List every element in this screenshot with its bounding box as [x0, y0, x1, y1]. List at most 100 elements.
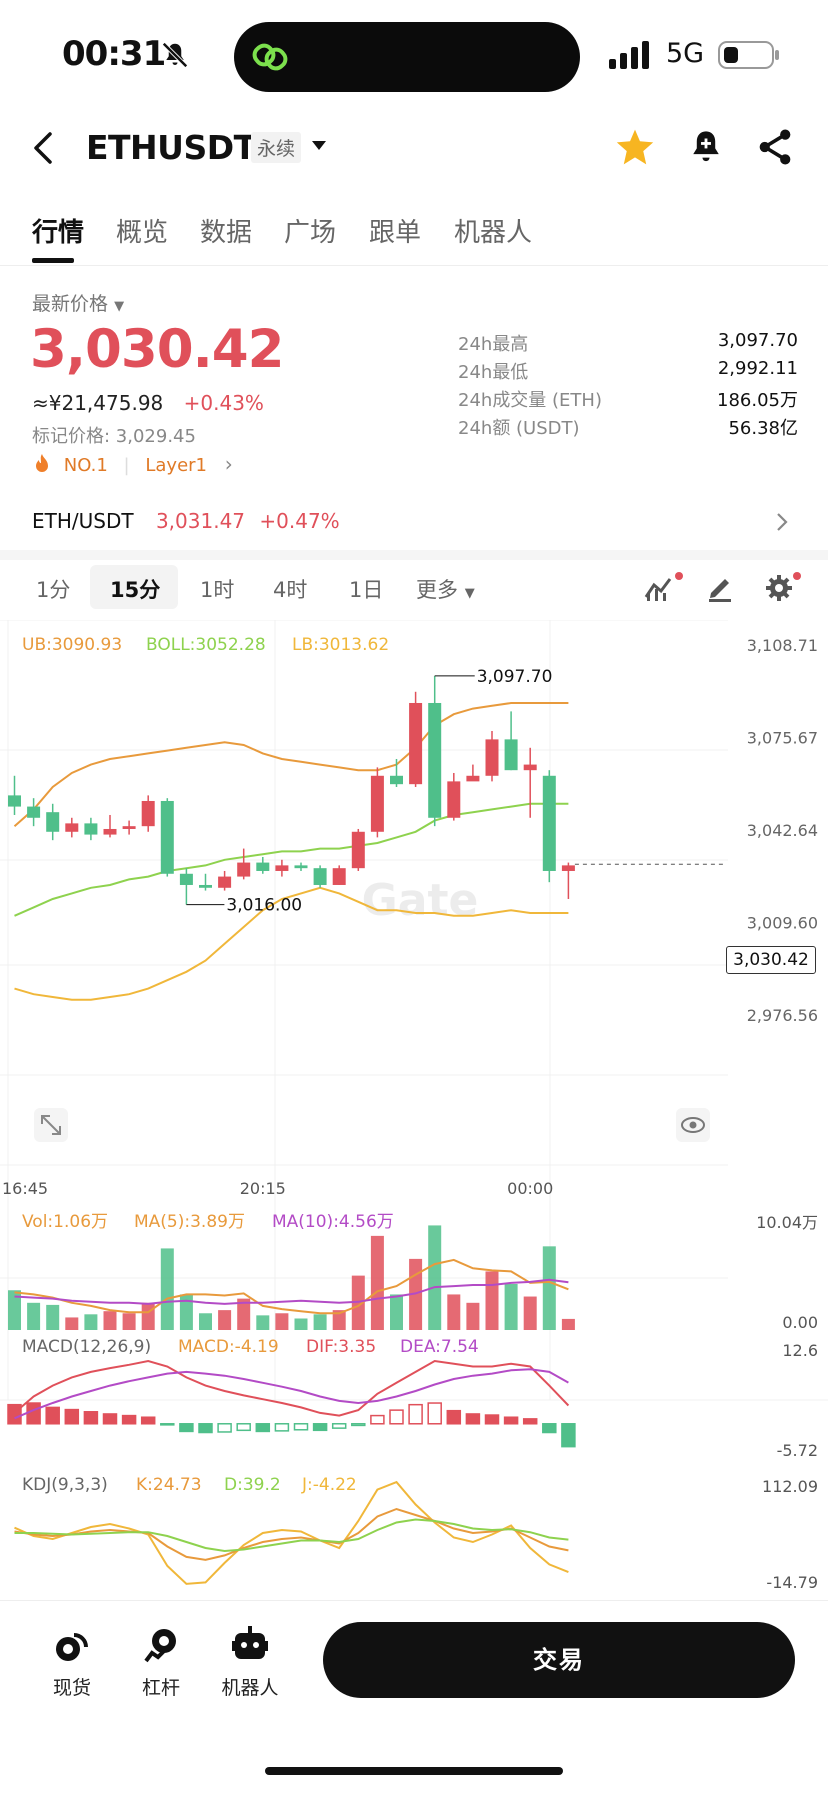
margin-icon[interactable] — [142, 1627, 182, 1665]
vol-ma10-line — [14, 1278, 569, 1305]
nav-spot[interactable]: 现货 — [32, 1673, 112, 1700]
cny-price: ≈¥21,475.98 — [32, 391, 164, 415]
macd-hist-bar — [45, 1406, 60, 1425]
stat-label: 24h成交量 (ETH) — [458, 390, 602, 411]
rank-row[interactable]: NO.1 | Layer1 › — [32, 452, 233, 476]
candle-body — [351, 831, 365, 869]
caret-down-icon: ▼ — [464, 586, 475, 601]
legend-dea: DEA:7.54 — [400, 1337, 479, 1357]
tab-square[interactable]: 广场 — [284, 212, 336, 249]
favorite-star-icon[interactable] — [615, 128, 655, 166]
spot-chevron-icon[interactable] — [775, 511, 789, 533]
volume-bar — [84, 1314, 98, 1330]
macd-hist-bar — [217, 1423, 232, 1433]
price-alert-icon[interactable] — [689, 128, 723, 166]
y-tick-label: 3,042.64 — [747, 821, 818, 840]
candle-body — [237, 862, 251, 877]
share-icon[interactable] — [757, 128, 793, 166]
macd-hist-bar — [83, 1411, 99, 1425]
last-price-label-text: 最新价格 — [32, 293, 109, 315]
tab-copy-trade[interactable]: 跟单 — [369, 212, 421, 249]
legend-kdj-params: KDJ(9,3,3) — [22, 1475, 108, 1495]
interval-15m[interactable]: 15分 — [110, 574, 160, 604]
robot-icon[interactable] — [232, 1625, 268, 1663]
last-price-label[interactable]: 最新价格 ▼ — [32, 289, 124, 316]
network-type: 5G — [666, 38, 705, 69]
volume-bar — [504, 1283, 518, 1330]
tab-bots[interactable]: 机器人 — [454, 212, 532, 249]
trade-button[interactable]: 交易 — [323, 1622, 795, 1698]
kline-chart[interactable]: Gate 3,097.70 3,016.00 3,108.71 3,075.67 3,04… — [0, 620, 828, 1600]
nav-margin[interactable]: 杠杆 — [121, 1673, 201, 1700]
macd-hist-bar — [331, 1423, 347, 1429]
volume-bar — [561, 1318, 575, 1330]
current-price-tag: 3,030.42 — [726, 946, 816, 974]
high-marker-label: 3,097.70 — [477, 667, 553, 687]
macd-hist-bar — [389, 1409, 404, 1425]
tab-overview[interactable]: 概览 — [116, 212, 168, 249]
chart-settings-gear-icon[interactable] — [765, 571, 803, 603]
candle-body — [542, 775, 556, 871]
tab-data[interactable]: 数据 — [200, 212, 252, 249]
vol-ma5-line — [14, 1258, 569, 1315]
macd-min-label: -5.72 — [777, 1441, 818, 1460]
volume-bar — [65, 1317, 79, 1330]
perpetual-badge: 永续 — [251, 132, 302, 163]
mute-bell-icon — [162, 42, 188, 68]
kdj-min-label: -14.79 — [766, 1573, 818, 1592]
macd-hist-bar — [64, 1408, 80, 1425]
indicator-icon[interactable] — [644, 571, 686, 603]
candle-body — [275, 865, 289, 871]
macd-hist-bar — [7, 1403, 22, 1425]
volume-bar — [485, 1271, 499, 1330]
symbol-title[interactable]: ETHUSDT — [86, 128, 256, 167]
interval-more[interactable]: 更多 ▼ — [416, 574, 475, 604]
draw-pen-icon[interactable] — [706, 571, 734, 603]
macd-hist-bar — [370, 1414, 385, 1425]
candle-body — [27, 806, 41, 818]
interval-4h[interactable]: 4时 — [273, 574, 307, 604]
volume-bar — [428, 1225, 442, 1330]
spot-row[interactable]: ETH/USDT 3,031.47 +0.47% — [32, 509, 340, 533]
symbol-dropdown-icon[interactable] — [310, 139, 328, 153]
price-change: +0.43% — [183, 391, 264, 415]
candle-body — [390, 775, 403, 785]
volume-bar — [275, 1313, 289, 1330]
candle-body — [447, 781, 461, 818]
x-tick-label: 00:00 — [507, 1179, 553, 1198]
stat-label: 24h额 (USDT) — [458, 418, 580, 439]
home-indicator — [265, 1767, 563, 1775]
macd-hist-bar — [293, 1423, 309, 1431]
macd-hist-bar — [102, 1413, 118, 1425]
candle-body — [65, 823, 79, 832]
legend-d: D:39.2 — [224, 1475, 281, 1495]
candle-body — [313, 868, 327, 885]
legend-lb: LB:3013.62 — [292, 635, 389, 655]
interval-1m[interactable]: 1分 — [36, 574, 70, 604]
macd-hist-bar — [408, 1403, 423, 1425]
volume-bar — [294, 1318, 308, 1330]
macd-hist-bar — [140, 1416, 156, 1425]
interval-1h[interactable]: 1时 — [200, 574, 234, 604]
stat-value: 56.38亿 — [728, 418, 798, 439]
stat-volume: 24h成交量 (ETH) 186.05万 — [458, 386, 798, 414]
spot-coins-icon[interactable] — [54, 1629, 90, 1665]
stat-label: 24h最高 — [458, 334, 529, 355]
status-time: 00:31 — [62, 34, 166, 74]
chevron-right-icon: › — [224, 452, 233, 476]
volume-bar — [160, 1248, 174, 1330]
macd-hist-bar — [351, 1423, 366, 1427]
legend-macd-params: MACD(12,26,9) — [22, 1337, 151, 1357]
back-arrow-icon[interactable] — [28, 130, 58, 166]
macd-hist-bar — [312, 1423, 328, 1432]
macd-hist-bar — [121, 1414, 137, 1425]
legend-dif: DIF:3.35 — [306, 1337, 376, 1357]
volume-bar — [370, 1235, 384, 1330]
interval-1d[interactable]: 1日 — [349, 574, 383, 604]
macd-hist-bar — [26, 1402, 41, 1425]
volume-bar — [103, 1311, 117, 1330]
macd-dea-line — [14, 1368, 569, 1420]
nav-bots[interactable]: 机器人 — [210, 1673, 290, 1700]
tab-market[interactable]: 行情 — [32, 212, 84, 249]
candle-body — [428, 702, 442, 818]
